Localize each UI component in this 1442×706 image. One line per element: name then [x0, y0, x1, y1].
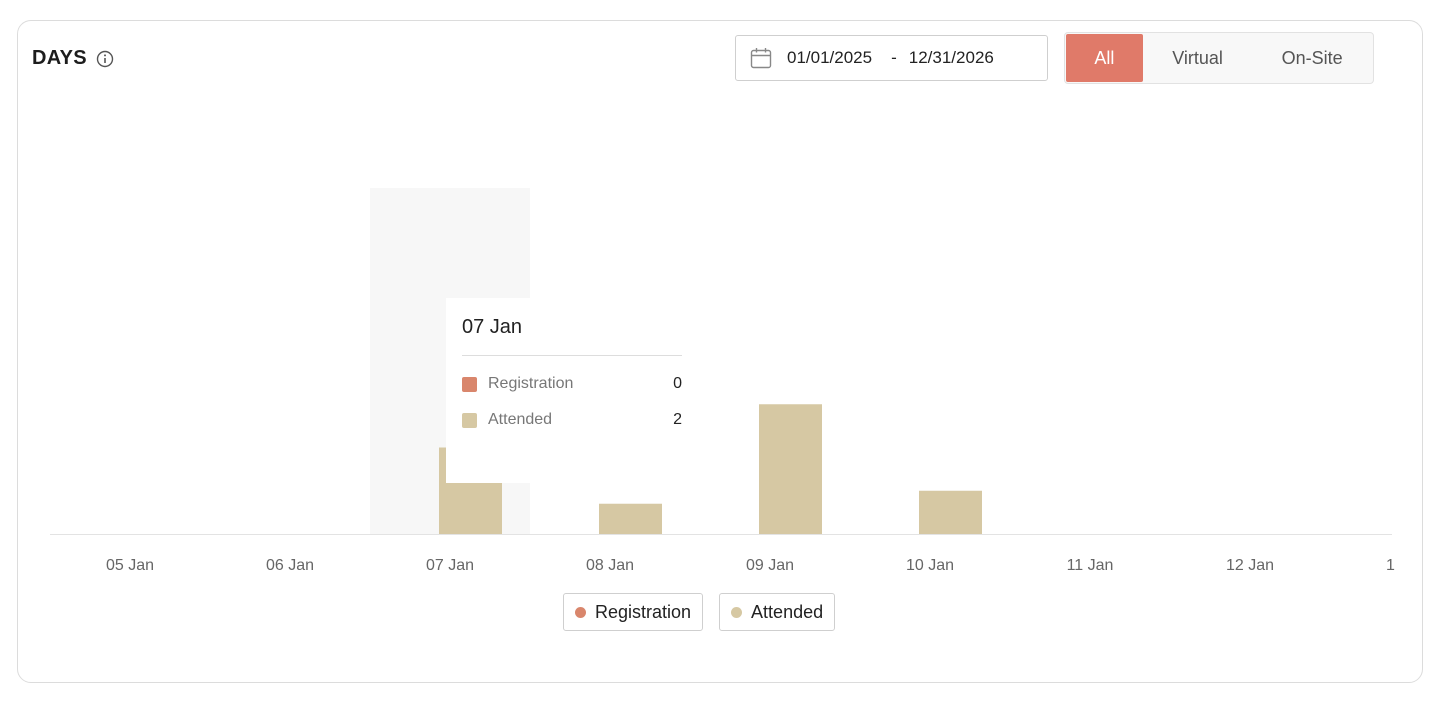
chart-tooltip: 07 Jan Registration 0 Attended 2: [446, 298, 696, 483]
registration-swatch: [462, 376, 477, 392]
tooltip-label: Registration: [488, 375, 574, 392]
bar-attended-09-jan[interactable]: [759, 404, 822, 534]
tooltip-row-registration: Registration 0: [462, 375, 682, 393]
legend-item-attended[interactable]: Attended: [719, 593, 836, 631]
tooltip-row-attended: Attended 2: [462, 411, 682, 429]
x-tick-label: 12 Jan: [1226, 557, 1274, 574]
tooltip-value: 2: [673, 411, 682, 428]
bar-attended-10-jan[interactable]: [919, 490, 982, 534]
x-tick-label: 05 Jan: [106, 557, 154, 574]
x-tick-label: 1: [1386, 557, 1395, 574]
legend-item-registration[interactable]: Registration: [563, 593, 704, 631]
tooltip-label: Attended: [488, 411, 553, 428]
x-tick-label: 10 Jan: [906, 557, 954, 574]
tooltip-title: 07 Jan: [462, 316, 682, 356]
x-tick-label: 11 Jan: [1067, 557, 1114, 574]
x-tick-label: 09 Jan: [746, 557, 794, 574]
registration-legend-dot: [575, 606, 586, 618]
x-tick-label: 07 Jan: [426, 557, 474, 574]
chart-legend: Registration Attended: [563, 593, 836, 631]
legend-label: Registration: [595, 601, 692, 622]
attended-swatch: [462, 412, 477, 428]
x-tick-label: 06 Jan: [266, 557, 314, 574]
x-tick-label: 08 Jan: [586, 557, 634, 574]
legend-label: Attended: [751, 601, 824, 622]
bar-attended-08-jan[interactable]: [599, 503, 662, 534]
bar-chart: 05 Jan 06 Jan 07 Jan 08 Jan 09 Jan 10 Jan 11 J…: [50, 188, 1395, 574]
attended-legend-dot: [731, 606, 743, 618]
tooltip-value: 0: [673, 375, 682, 392]
